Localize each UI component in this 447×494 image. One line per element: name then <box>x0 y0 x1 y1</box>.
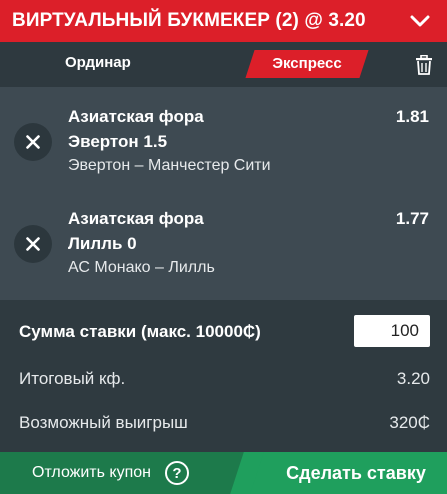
total-odds-value: 3.20 <box>396 369 430 388</box>
total-odds-label: Итоговый кф. <box>19 369 126 388</box>
save-coupon-button[interactable]: Отложить купон ? <box>0 452 247 494</box>
trash-icon[interactable] <box>415 54 433 75</box>
bet-item: Азиатская фора Лилль 0 АС Монако – Лилль… <box>0 189 447 291</box>
bet-slip: ВИРТУАЛЬНЫЙ БУКМЕКЕР (2) @ 3.20 Ординар … <box>0 0 447 494</box>
bet-market: Азиатская фора <box>68 209 204 228</box>
payout-value: 320₵ <box>389 413 430 432</box>
tab-single[interactable]: Ординар <box>65 54 131 71</box>
bet-type-tabs: Ординар Экспресс <box>0 42 447 87</box>
bet-totals: Сумма ставки (макс. 10000₵) Итоговый кф.… <box>0 300 447 452</box>
remove-bet-button[interactable] <box>14 225 52 263</box>
payout-label: Возможный выигрыш <box>19 413 188 432</box>
close-icon <box>26 237 40 251</box>
close-icon <box>26 135 40 149</box>
bet-event: АС Монако – Лилль <box>68 259 215 276</box>
bet-item: Азиатская фора Эвертон 1.5 Эвертон – Ман… <box>0 87 447 189</box>
remove-bet-button[interactable] <box>14 123 52 161</box>
tab-express-label: Экспресс <box>272 55 342 72</box>
bet-market: Азиатская фора <box>68 107 204 126</box>
bet-list: Азиатская фора Эвертон 1.5 Эвертон – Ман… <box>0 87 447 291</box>
place-bet-label: Сделать ставку <box>286 462 426 483</box>
chevron-down-icon[interactable] <box>409 10 431 32</box>
stake-label: Сумма ставки (макс. 10000₵) <box>19 322 261 341</box>
bet-odds: 1.81 <box>395 107 429 126</box>
tab-express[interactable]: Экспресс <box>245 50 369 78</box>
bet-odds: 1.77 <box>395 209 429 228</box>
bet-slip-footer: Отложить купон ? Сделать ставку <box>0 452 447 494</box>
place-bet-button[interactable]: Сделать ставку <box>247 452 447 494</box>
help-icon[interactable]: ? <box>164 461 189 485</box>
bet-selection: Лилль 0 <box>68 234 137 253</box>
header-title: ВИРТУАЛЬНЫЙ БУКМЕКЕР (2) @ 3.20 <box>12 10 366 31</box>
bet-event: Эвертон – Манчестер Сити <box>68 157 271 174</box>
save-coupon-label: Отложить купон <box>32 464 151 481</box>
bet-slip-header[interactable]: ВИРТУАЛЬНЫЙ БУКМЕКЕР (2) @ 3.20 <box>0 0 447 42</box>
bet-selection: Эвертон 1.5 <box>68 132 168 151</box>
stake-input[interactable] <box>354 315 430 347</box>
